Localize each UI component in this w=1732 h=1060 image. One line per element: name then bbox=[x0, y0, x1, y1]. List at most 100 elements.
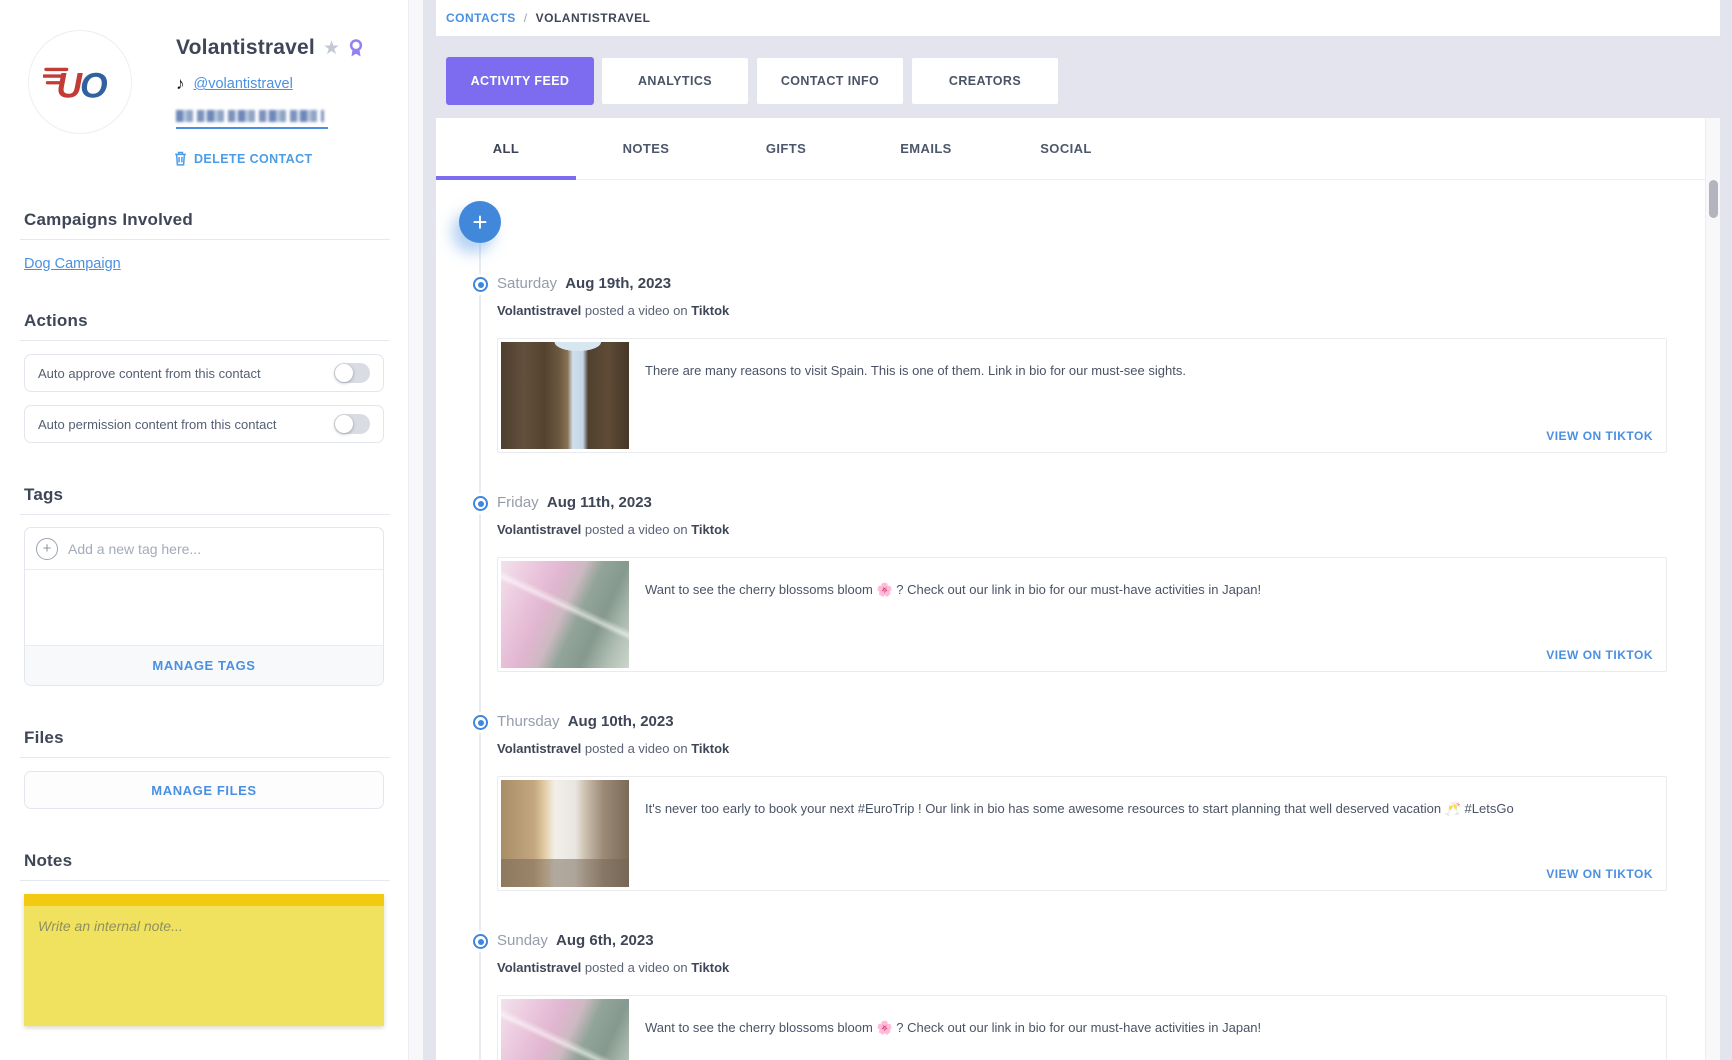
feed-filter-tabs: ALLNOTESGIFTSEMAILSSOCIAL bbox=[436, 118, 1705, 180]
sidebar-scrollbar-track[interactable] bbox=[408, 0, 423, 1060]
feed-entry: Sunday Aug 6th, 2023 Volantistravel post… bbox=[436, 932, 1705, 1060]
entry-platform: Tiktok bbox=[691, 741, 729, 756]
post-thumbnail[interactable] bbox=[501, 999, 629, 1060]
star-icon[interactable]: ★ bbox=[323, 39, 340, 58]
entry-platform: Tiktok bbox=[691, 960, 729, 975]
campaign-link-dog-campaign[interactable]: Dog Campaign bbox=[24, 256, 121, 272]
tiktok-handle-link[interactable]: @volantistravel bbox=[194, 76, 293, 92]
add-tag-input[interactable] bbox=[68, 541, 372, 557]
notes-heading: Notes bbox=[24, 851, 384, 871]
timeline-bullet-icon bbox=[473, 277, 488, 292]
main-scrollbar-track[interactable] bbox=[1705, 118, 1720, 1060]
contact-profile: U O Volantistravel ★ ♪ @volantistravel bbox=[24, 0, 384, 180]
post-card: It's never too early to book your next #… bbox=[497, 776, 1667, 891]
feed-filter-tab-emails[interactable]: EMAILS bbox=[856, 118, 996, 179]
toggle-knob bbox=[335, 415, 353, 433]
main-scrollbar-thumb[interactable] bbox=[1709, 180, 1718, 218]
entry-byline: Volantistravel posted a video on Tiktok bbox=[497, 741, 729, 756]
view-on-tiktok-link[interactable]: VIEW ON TIKTOK bbox=[1546, 648, 1653, 662]
add-tag-row: + bbox=[25, 528, 383, 570]
entry-date-bold: Aug 6th, 2023 bbox=[556, 932, 654, 949]
post-thumbnail[interactable] bbox=[501, 561, 629, 668]
redacted-pixelated-text bbox=[176, 110, 324, 122]
feed-filter-tab-social[interactable]: SOCIAL bbox=[996, 118, 1136, 179]
entry-byline: Volantistravel posted a video on Tiktok bbox=[497, 303, 729, 318]
toggle-switch[interactable] bbox=[334, 414, 370, 434]
entry-day-name: Sunday bbox=[497, 932, 548, 949]
avatar: U O bbox=[28, 30, 132, 134]
entry-day-name: Thursday bbox=[497, 713, 560, 730]
plus-circle-icon: + bbox=[36, 538, 58, 560]
toggle-switch[interactable] bbox=[334, 363, 370, 383]
feed-entry: Saturday Aug 19th, 2023 Volantistravel p… bbox=[436, 275, 1705, 494]
activity-feed-panel: ALLNOTESGIFTSEMAILSSOCIAL + Saturday Aug… bbox=[436, 118, 1705, 1060]
actions-section: Actions Auto approve content from this c… bbox=[24, 311, 384, 443]
feed-filter-tab-gifts[interactable]: GIFTS bbox=[716, 118, 856, 179]
post-thumbnail[interactable] bbox=[501, 780, 629, 887]
entry-actor: Volantistravel bbox=[497, 522, 581, 537]
entry-date-bold: Aug 11th, 2023 bbox=[547, 494, 652, 511]
toggle-card-auto-permission-content-from-this-contact: Auto permission content from this contac… bbox=[24, 405, 384, 443]
main-tab-creators[interactable]: CREATORS bbox=[911, 57, 1059, 105]
notes-section: Notes bbox=[24, 851, 384, 1026]
timeline-bullet-icon bbox=[473, 715, 488, 730]
campaign-links: Dog Campaign bbox=[24, 240, 384, 273]
main-tab-activity-feed[interactable]: ACTIVITY FEED bbox=[446, 57, 594, 105]
tags-empty-area bbox=[25, 570, 383, 645]
entry-platform: Tiktok bbox=[691, 522, 729, 537]
feed-filter-tab-all[interactable]: ALL bbox=[436, 118, 576, 179]
activity-feed: + Saturday Aug 19th, 2023 Volantistravel… bbox=[436, 180, 1705, 1060]
badge-icon bbox=[348, 39, 364, 58]
toggle-knob bbox=[335, 364, 353, 382]
timeline-bullet-icon bbox=[473, 496, 488, 511]
breadcrumb-separator: / bbox=[524, 11, 528, 25]
delete-contact-button[interactable]: DELETE CONTACT bbox=[174, 151, 384, 166]
main-tab-contact-info[interactable]: CONTACT INFO bbox=[756, 57, 904, 105]
entry-date-bold: Aug 10th, 2023 bbox=[568, 713, 674, 730]
entry-actor: Volantistravel bbox=[497, 960, 581, 975]
post-thumbnail[interactable] bbox=[501, 342, 629, 449]
breadcrumb-bar: CONTACTS / VOLANTISTRAVEL bbox=[436, 0, 1720, 36]
add-activity-button[interactable]: + bbox=[459, 201, 501, 243]
uo-logo: U O bbox=[43, 57, 117, 107]
post-card: Want to see the cherry blossoms bloom 🌸 … bbox=[497, 995, 1667, 1060]
view-on-tiktok-link[interactable]: VIEW ON TIKTOK bbox=[1546, 867, 1653, 881]
toggle-label: Auto approve content from this contact bbox=[38, 366, 261, 381]
campaigns-section: Campaigns Involved Dog Campaign bbox=[24, 210, 384, 273]
post-caption: Want to see the cherry blossoms bloom 🌸 … bbox=[645, 1019, 1646, 1038]
feed-filter-tab-notes[interactable]: NOTES bbox=[576, 118, 716, 179]
post-caption: There are many reasons to visit Spain. T… bbox=[645, 362, 1646, 381]
main-tab-analytics[interactable]: ANALYTICS bbox=[601, 57, 749, 105]
internal-note-input[interactable] bbox=[24, 906, 384, 1026]
entry-date: Sunday Aug 6th, 2023 bbox=[497, 932, 654, 949]
tags-card: + MANAGE TAGS bbox=[24, 527, 384, 686]
action-toggles: Auto approve content from this contact A… bbox=[24, 354, 384, 443]
divider bbox=[20, 757, 390, 758]
divider bbox=[20, 880, 390, 881]
breadcrumb-root-link[interactable]: CONTACTS bbox=[446, 11, 516, 25]
post-caption: It's never too early to book your next #… bbox=[645, 800, 1646, 819]
feed-entries: Saturday Aug 19th, 2023 Volantistravel p… bbox=[436, 275, 1705, 1060]
breadcrumb-current: VOLANTISTRAVEL bbox=[536, 11, 651, 25]
entry-platform: Tiktok bbox=[691, 303, 729, 318]
post-card: Want to see the cherry blossoms bloom 🌸 … bbox=[497, 557, 1667, 672]
files-heading: Files bbox=[24, 728, 384, 748]
sticky-note-topbar bbox=[24, 894, 384, 906]
entry-action: posted a video on bbox=[585, 303, 688, 318]
toggle-label: Auto permission content from this contac… bbox=[38, 417, 276, 432]
entry-byline: Volantistravel posted a video on Tiktok bbox=[497, 522, 729, 537]
svg-text:O: O bbox=[80, 66, 108, 106]
actions-heading: Actions bbox=[24, 311, 384, 331]
entry-action: posted a video on bbox=[585, 960, 688, 975]
trash-icon bbox=[174, 151, 187, 166]
divider bbox=[20, 340, 390, 341]
manage-tags-button[interactable]: MANAGE TAGS bbox=[25, 645, 383, 685]
redacted-link[interactable] bbox=[176, 110, 328, 129]
feed-entry: Thursday Aug 10th, 2023 Volantistravel p… bbox=[436, 713, 1705, 932]
post-caption: Want to see the cherry blossoms bloom 🌸 … bbox=[645, 581, 1646, 600]
svg-text:U: U bbox=[56, 66, 83, 106]
manage-files-button[interactable]: MANAGE FILES bbox=[24, 771, 384, 809]
breadcrumb: CONTACTS / VOLANTISTRAVEL bbox=[446, 0, 650, 36]
entry-action: posted a video on bbox=[585, 522, 688, 537]
view-on-tiktok-link[interactable]: VIEW ON TIKTOK bbox=[1546, 429, 1653, 443]
